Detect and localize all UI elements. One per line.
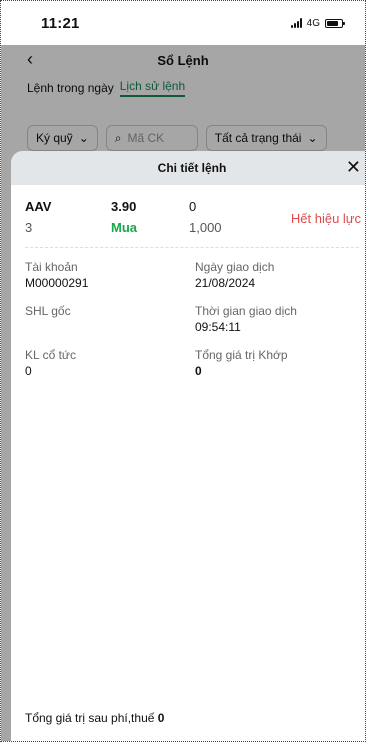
trade-date-label: Ngày giao dịch (195, 260, 275, 274)
matched-total-value: 0 (195, 364, 202, 378)
sheet-header: Chi tiết lệnh ✕ (11, 151, 365, 185)
order-volume: 1,000 (189, 220, 222, 235)
order-status: Hết hiệu lực (290, 211, 361, 226)
dividend-qty-label: KL cổ tức (25, 348, 76, 362)
trade-time-field: Thời gian giao dịch 09:54:11 (195, 304, 355, 334)
total-after-fees: Tổng giá trị sau phí,thuế 0 (25, 711, 164, 725)
app-frame: 11:21 4G ‹ Sổ Lệnh Lệnh trong ngày Lịch … (0, 0, 366, 742)
trade-time-label: Thời gian giao dịch (195, 304, 297, 318)
matched-total-field: Tổng giá trị Khớp 0 (195, 348, 355, 378)
sheet-title: Chi tiết lệnh (157, 161, 227, 175)
network-label: 4G (306, 17, 320, 29)
symbol: AAV (25, 199, 52, 214)
order-summary: AAV 3.90 0 3 Mua 1,000 Hết hiệu lực (11, 185, 365, 235)
account-label: Tài khoản (25, 260, 78, 274)
dividend-qty-value: 0 (25, 364, 32, 378)
total-after-fees-value: 0 (157, 711, 165, 725)
signal-icon (290, 18, 302, 28)
order-detail-sheet: Chi tiết lệnh ✕ AAV 3.90 0 3 Mua 1,000 H… (11, 151, 365, 741)
status-time: 11:21 (41, 14, 80, 32)
trade-time-value: 09:54:11 (195, 320, 241, 334)
status-bar: 11:21 4G (1, 1, 365, 45)
battery-icon (325, 18, 345, 28)
order-details: Tài khoản M00000291 Ngày giao dịch 21/08… (11, 248, 365, 390)
order-qty: 3 (25, 220, 33, 235)
matched-total-label: Tổng giá trị Khớp (195, 348, 288, 362)
trade-date-field: Ngày giao dịch 21/08/2024 (195, 260, 355, 290)
original-order-number-field: SHL gốc (25, 304, 195, 334)
original-order-number-label: SHL gốc (25, 304, 71, 318)
close-icon[interactable]: ✕ (346, 157, 361, 178)
dividend-qty-field: KL cổ tức 0 (25, 348, 195, 378)
total-after-fees-label: Tổng giá trị sau phí,thuế (25, 711, 155, 725)
order-price: 3.90 (111, 199, 137, 214)
account-value: M00000291 (25, 276, 89, 290)
trade-date-value: 21/08/2024 (195, 276, 256, 290)
status-indicators: 4G (290, 17, 345, 29)
account-field: Tài khoản M00000291 (25, 260, 195, 290)
order-side: Mua (111, 220, 137, 235)
matched-qty: 0 (189, 199, 197, 214)
